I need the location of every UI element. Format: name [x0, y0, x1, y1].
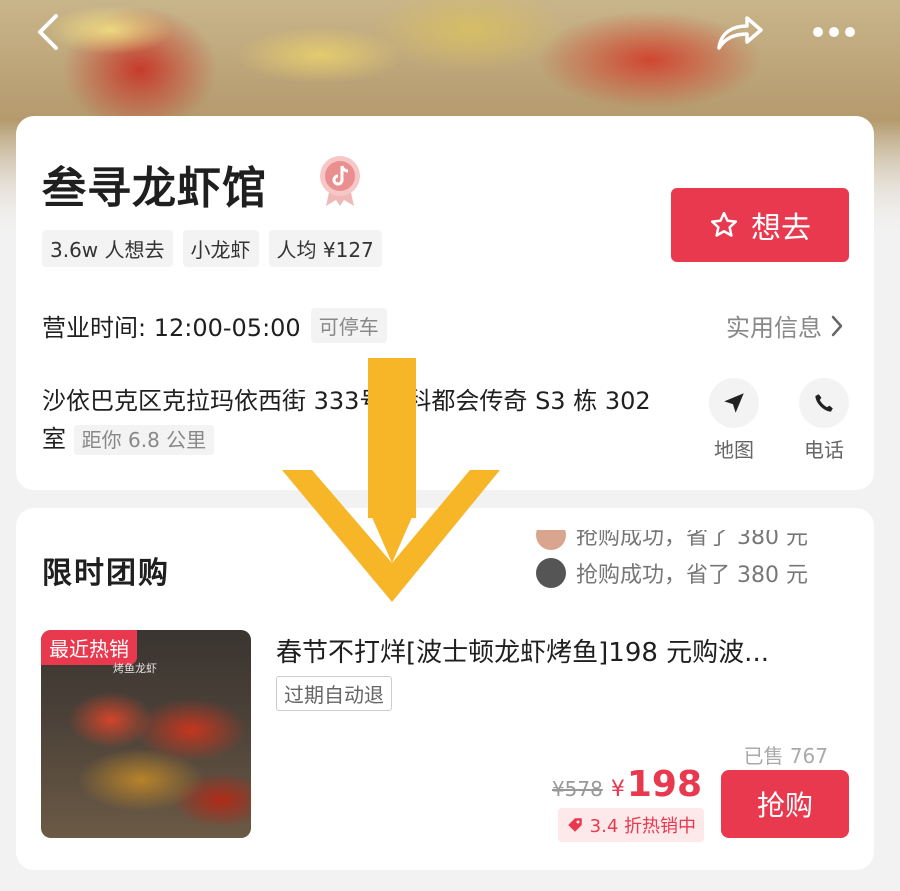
section-title: 限时团购 — [42, 556, 170, 591]
ticker-row: 抢购成功，省了 380 元 — [536, 530, 846, 554]
practical-info-link[interactable]: 实用信息 — [726, 308, 844, 343]
down-arrow-annotation — [280, 358, 502, 610]
tag-avg-price: 人均 ¥127 — [268, 230, 382, 267]
store-name: 叁寻龙虾馆 — [42, 163, 267, 214]
deal-title[interactable]: 春节不打烊[波士顿龙虾烤鱼]198 元购波... — [276, 632, 846, 669]
avatar — [536, 558, 566, 588]
phone-icon — [815, 394, 833, 412]
back-button[interactable] — [26, 12, 70, 52]
ticker-text: 抢购成功，省了 380 元 — [576, 563, 808, 588]
distance-chip: 距你 6.8 公里 — [73, 425, 215, 455]
discount-badge: 3.4 折热销中 — [557, 808, 704, 842]
ticker-row: 抢购成功，省了 380 元 — [536, 554, 846, 590]
more-dots-icon — [813, 27, 855, 37]
ticker-text: 抢购成功，省了 380 元 — [576, 530, 808, 550]
want-label: 想去 — [751, 211, 811, 246]
auto-refund-chip: 过期自动退 — [276, 676, 392, 711]
avatar — [536, 530, 566, 550]
parking-chip: 可停车 — [310, 308, 387, 343]
business-hours: 营业时间: 12:00-05:00 可停车 — [42, 308, 387, 343]
currency-symbol: ¥ — [610, 777, 625, 802]
buy-button[interactable]: 抢购 — [721, 770, 849, 838]
map-button[interactable]: 地图 — [702, 378, 766, 463]
store-tags: 3.6w 人想去 小龙虾 人均 ¥127 — [42, 230, 382, 267]
price-group: ¥578 ¥ 198 — [552, 764, 702, 805]
discount-text: 3.4 折热销中 — [589, 816, 696, 837]
original-price: ¥578 — [551, 777, 603, 801]
more-button[interactable] — [808, 12, 860, 52]
douyin-medal-icon — [318, 154, 362, 212]
sold-count: 已售 767 — [743, 744, 828, 768]
deal-image[interactable]: 最近热销 烤鱼龙虾 — [41, 630, 251, 838]
chevron-left-icon — [38, 14, 58, 50]
phone-label: 电话 — [804, 438, 844, 462]
tag-want-count: 3.6w 人想去 — [42, 230, 173, 267]
star-outline-icon — [710, 211, 738, 237]
share-icon — [717, 16, 763, 50]
phone-button[interactable]: 电话 — [792, 378, 856, 463]
hours-text: 营业时间: 12:00-05:00 — [42, 314, 301, 342]
image-caption: 烤鱼龙虾 — [113, 662, 157, 675]
want-to-go-button[interactable]: 想去 — [671, 188, 849, 262]
tag-category[interactable]: 小龙虾 — [182, 230, 259, 267]
deal-price: 198 — [626, 764, 702, 805]
chevron-right-icon — [831, 315, 843, 336]
price-tag-icon — [567, 818, 582, 832]
navigate-arrow-icon — [724, 393, 744, 413]
practical-info-label: 实用信息 — [726, 314, 822, 342]
map-label: 地图 — [714, 438, 754, 462]
share-button[interactable] — [714, 12, 766, 52]
buy-label: 抢购 — [756, 789, 813, 822]
purchase-ticker: 抢购成功，省了 380 元 抢购成功，省了 380 元 — [536, 530, 846, 590]
